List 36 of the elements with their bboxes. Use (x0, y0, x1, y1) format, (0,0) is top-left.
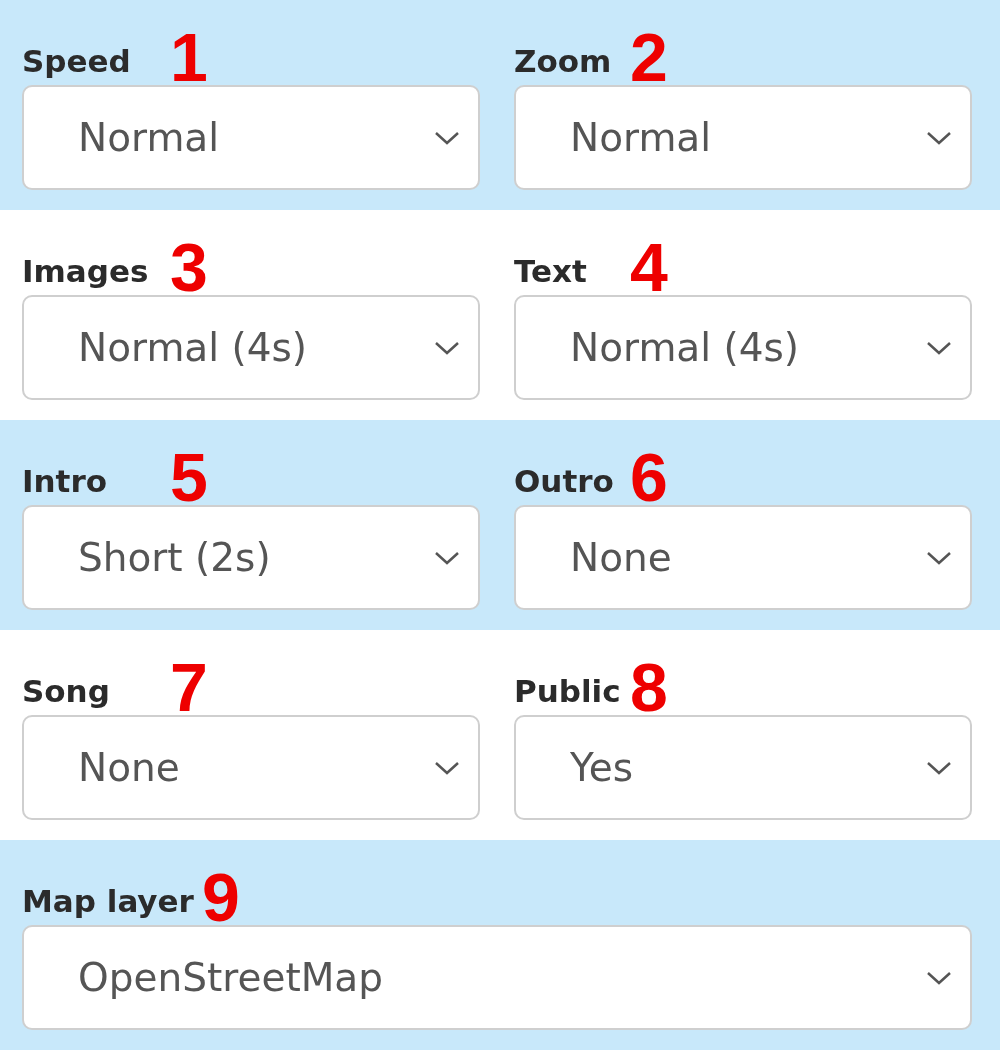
field-label: Zoom (514, 43, 612, 81)
annotation-number: 5 (170, 447, 208, 507)
field-label: Public (514, 673, 621, 711)
field-label: Outro (514, 463, 614, 501)
annotation-number: 6 (630, 447, 668, 507)
chevron-icon (926, 759, 952, 776)
field-label: Map layer (22, 883, 194, 921)
dropdown[interactable]: OpenStreetMap (22, 925, 972, 1030)
annotation-number: 1 (170, 27, 208, 87)
annotation-number: 8 (630, 657, 668, 717)
dropdown[interactable]: Yes (514, 715, 972, 820)
field-label: Intro (22, 463, 107, 501)
chevron-icon (926, 129, 952, 146)
dropdown[interactable]: None (514, 505, 972, 610)
chevron-icon (926, 339, 952, 356)
field-label: Song (22, 673, 110, 711)
dropdown[interactable]: Normal (4s) (22, 295, 480, 400)
dropdown[interactable]: None (22, 715, 480, 820)
chevron-icon (434, 339, 460, 356)
chevron-icon (434, 549, 460, 566)
annotation-number: 3 (170, 237, 208, 297)
annotation-number: 2 (630, 27, 668, 87)
annotation-number: 4 (630, 237, 668, 297)
field-label: Speed (22, 43, 131, 81)
dropdown[interactable]: Normal (4s) (514, 295, 972, 400)
field-label: Text (514, 253, 587, 291)
chevron-icon (926, 549, 952, 566)
annotation-number: 9 (201, 867, 240, 927)
chevron-icon (926, 969, 952, 986)
chevron-icon (434, 129, 460, 146)
dropdown[interactable]: Normal (514, 85, 972, 190)
field-label: Images (22, 253, 149, 291)
annotation-number: 7 (170, 657, 208, 717)
chevron-icon (434, 759, 460, 776)
dropdown[interactable]: Short (2s) (22, 505, 480, 610)
dropdown[interactable]: Normal (22, 85, 480, 190)
